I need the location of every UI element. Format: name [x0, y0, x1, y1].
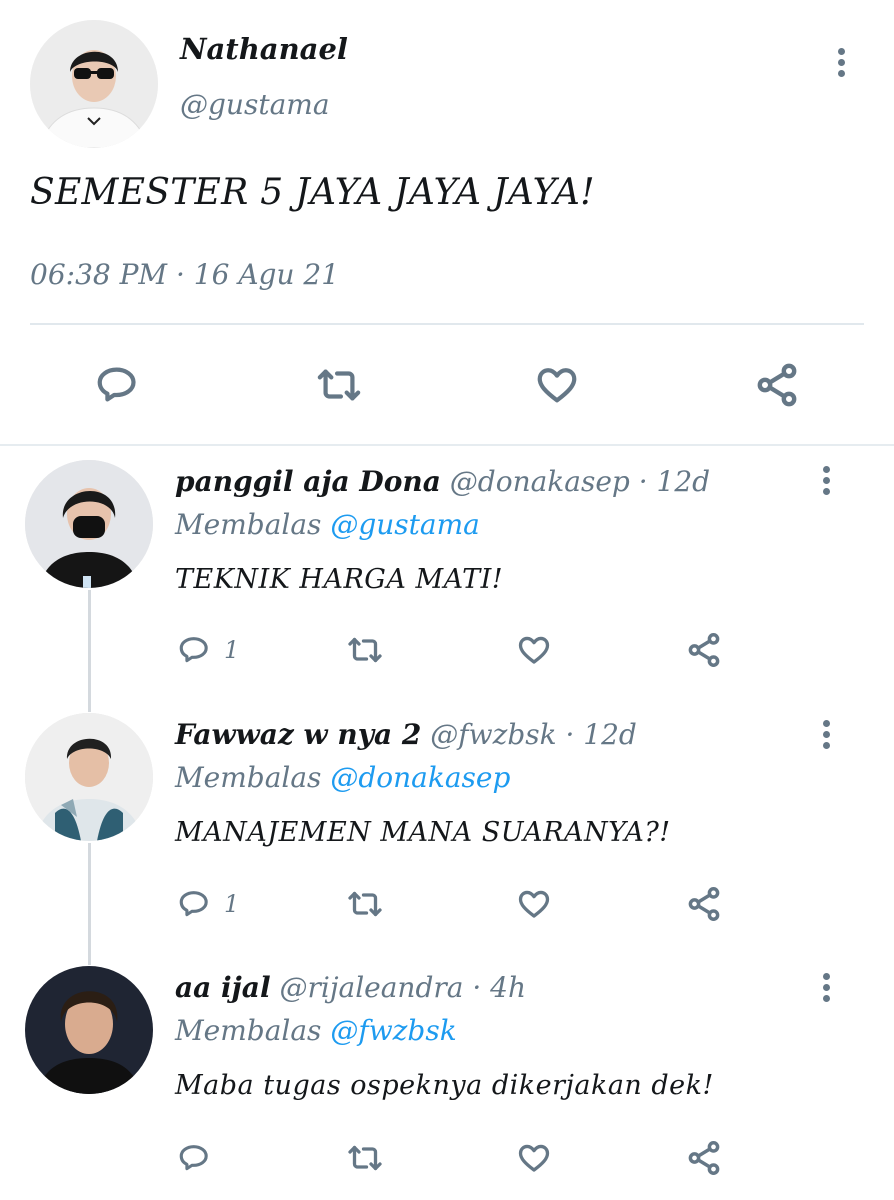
author-handle[interactable]: @gustama: [180, 88, 330, 121]
reply-icon[interactable]: [176, 1138, 212, 1178]
tweet-timestamp: 06:38 PM · 16 Agu 21: [30, 258, 340, 291]
reply-author-name[interactable]: aa ijal: [175, 971, 271, 1004]
share-icon[interactable]: [684, 1138, 724, 1178]
reply-text: MANAJEMEN MANA SUARANYA?!: [175, 817, 671, 848]
replying-to-link[interactable]: @gustama: [330, 508, 480, 541]
thread-line: [88, 843, 91, 965]
replying-label: Membalas: [175, 1014, 322, 1047]
share-icon[interactable]: [684, 630, 724, 670]
retweet-icon[interactable]: [312, 360, 366, 410]
reply-time: · 12d: [565, 718, 637, 751]
like-icon[interactable]: [532, 360, 582, 410]
reply-author-name[interactable]: Fawwaz w nya 2: [175, 718, 421, 751]
replying-to-link[interactable]: @fwzbsk: [330, 1014, 456, 1047]
avatar[interactable]: [25, 966, 153, 1094]
share-icon[interactable]: [684, 884, 724, 924]
reply-author-name[interactable]: panggil aja Dona: [175, 465, 441, 498]
like-icon[interactable]: [514, 1138, 554, 1178]
like-icon[interactable]: [514, 884, 554, 924]
reply-author-handle[interactable]: @rijaleandra: [280, 971, 464, 1004]
reply-icon[interactable]: [176, 630, 212, 670]
retweet-icon[interactable]: [344, 1138, 386, 1178]
avatar-photo: [30, 20, 158, 148]
avatar[interactable]: [30, 20, 158, 148]
share-icon[interactable]: [752, 360, 802, 410]
replying-label: Membalas: [175, 761, 322, 794]
avatar-photo: [25, 713, 153, 841]
retweet-icon[interactable]: [344, 884, 386, 924]
reply-author-handle[interactable]: @donakasep: [450, 465, 630, 498]
section-divider: [0, 444, 894, 446]
reply-icon[interactable]: [176, 884, 212, 924]
divider: [30, 323, 864, 325]
author-name[interactable]: Nathanael: [180, 32, 348, 66]
reply-time: · 4h: [472, 971, 527, 1004]
more-options-icon[interactable]: [819, 720, 833, 753]
reply-count: 1: [224, 890, 240, 918]
reply-icon[interactable]: [92, 360, 142, 410]
avatar-photo: [25, 460, 153, 588]
retweet-icon[interactable]: [344, 630, 386, 670]
more-options-icon[interactable]: [819, 466, 833, 499]
replying-to-link[interactable]: @donakasep: [330, 761, 510, 794]
avatar[interactable]: [25, 460, 153, 588]
tweet-text: SEMESTER 5 JAYA JAYA JAYA!: [30, 172, 595, 213]
replying-label: Membalas: [175, 508, 322, 541]
reply-time: · 12d: [638, 465, 711, 498]
reply-text: Maba tugas ospeknya dikerjakan dek!: [175, 1070, 714, 1101]
like-icon[interactable]: [514, 630, 554, 670]
avatar[interactable]: [25, 713, 153, 841]
more-options-icon[interactable]: [819, 973, 833, 1006]
reply-text: TEKNIK HARGA MATI!: [175, 564, 504, 595]
more-options-icon[interactable]: [834, 48, 848, 81]
thread-line: [88, 590, 91, 712]
reply-author-handle[interactable]: @fwzbsk: [430, 718, 556, 751]
reply-count: 1: [224, 636, 240, 664]
avatar-photo: [25, 966, 153, 1094]
